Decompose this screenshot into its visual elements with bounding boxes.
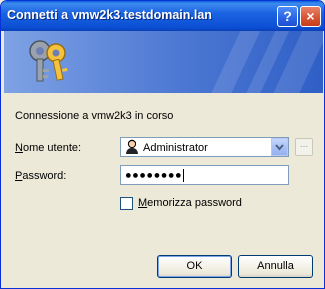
window-title: Connetti a vmw2k3.testdomain.lan	[7, 8, 212, 22]
password-label: Password:	[15, 170, 67, 182]
close-button[interactable]: ×	[300, 6, 321, 27]
keys-icon	[29, 40, 68, 82]
user-icon	[126, 139, 138, 154]
username-combobox[interactable]: Administrator	[120, 137, 289, 157]
password-field[interactable]: ●●●●●●●●	[120, 165, 289, 185]
password-value: ●●●●●●●●	[125, 169, 185, 182]
browse-users-button[interactable]: ...	[295, 138, 313, 156]
status-message: Connessione a vmw2k3 in corso	[15, 110, 174, 122]
header-banner	[4, 31, 323, 93]
cancel-button[interactable]: Annulla	[238, 255, 313, 278]
login-dialog: Connetti a vmw2k3.testdomain.lan ? × Con…	[0, 0, 325, 289]
username-value: Administrator	[143, 142, 208, 154]
text-caret	[183, 169, 185, 182]
remember-password-label[interactable]: Memorizza password	[138, 197, 242, 209]
ok-button[interactable]: OK	[157, 255, 232, 278]
title-bar[interactable]: Connetti a vmw2k3.testdomain.lan ? ×	[1, 1, 324, 31]
username-dropdown-button[interactable]	[271, 138, 288, 156]
help-button[interactable]: ?	[277, 6, 298, 27]
remember-password-checkbox[interactable]	[120, 197, 133, 210]
chevron-down-icon	[275, 144, 284, 151]
username-label: Nome utente:	[15, 142, 82, 154]
